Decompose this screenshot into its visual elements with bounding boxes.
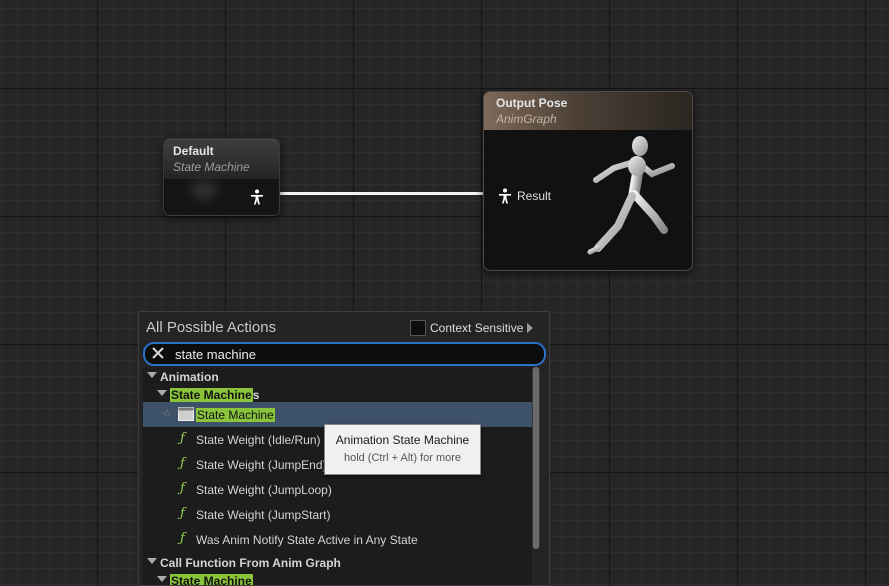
node-subtitle: AnimGraph <box>496 112 557 126</box>
panel-header: All Possible Actions Context Sensitive <box>139 312 549 342</box>
search-match-highlight: State Machine <box>196 408 275 422</box>
node-header: Default State Machine <box>164 139 279 179</box>
node-title: Default <box>173 144 214 158</box>
search-input[interactable] <box>175 344 535 364</box>
pose-pin-icon[interactable] <box>250 189 264 205</box>
node-header: Output Pose AnimGraph <box>484 92 692 130</box>
node-body <box>184 175 224 205</box>
state-machine-icon <box>178 407 194 421</box>
pose-pin-icon[interactable] <box>498 188 512 204</box>
clear-search-icon[interactable] <box>151 346 165 360</box>
favorite-star-icon[interactable]: ☆ <box>162 407 172 420</box>
action-label: State Machine <box>196 408 275 422</box>
category-label: Call Function From Anim Graph <box>160 556 341 570</box>
action-label: State Weight (Idle/Run) <box>196 433 321 447</box>
function-icon: ƒ <box>180 456 185 471</box>
output-pose-node[interactable]: Output Pose AnimGraph Result <box>483 91 693 271</box>
tooltip-hint: hold (Ctrl + Alt) for more <box>343 452 462 464</box>
expand-arrow-icon[interactable] <box>147 372 157 378</box>
context-sensitive-toggle[interactable]: Context Sensitive <box>410 320 534 336</box>
chevron-right-icon[interactable] <box>527 323 534 333</box>
search-match-highlight: State Machine <box>170 574 253 585</box>
expand-arrow-icon[interactable] <box>157 390 167 396</box>
node-title: Output Pose <box>496 96 568 110</box>
result-pin-label: Result <box>517 189 552 203</box>
action-label: State Weight (JumpLoop) <box>196 483 332 497</box>
function-icon: ƒ <box>180 481 185 496</box>
tooltip-title: Animation State Machine <box>335 433 470 447</box>
action-row[interactable]: ƒ State Weight (JumpStart) <box>143 505 532 525</box>
actions-list: Animation State Machines ☆ State Machine… <box>143 367 532 585</box>
subcategory-row-state-machine[interactable]: State Machine <box>143 571 532 585</box>
function-icon: ƒ <box>180 531 185 546</box>
function-icon: ƒ <box>180 431 185 446</box>
action-label: State Weight (JumpEnd) <box>196 458 327 472</box>
context-sensitive-checkbox[interactable] <box>410 320 426 336</box>
search-box[interactable] <box>143 342 546 366</box>
scrollbar-thumb[interactable] <box>533 367 539 549</box>
action-row[interactable]: ƒ State Weight (JumpLoop) <box>143 480 532 500</box>
exec-wire[interactable] <box>265 192 494 195</box>
action-label: Was Anim Notify State Active in Any Stat… <box>196 533 418 547</box>
panel-title: All Possible Actions <box>146 319 277 336</box>
category-label: Animation <box>160 370 219 384</box>
action-label: State Weight (JumpStart) <box>196 508 331 522</box>
search-match-highlight: State Machine <box>170 388 253 402</box>
mannequin-icon <box>587 136 679 255</box>
tooltip: Animation State Machine hold (Ctrl + Alt… <box>324 424 481 475</box>
context-sensitive-label: Context Sensitive <box>430 321 524 335</box>
scrollbar[interactable] <box>532 367 540 549</box>
expand-arrow-icon[interactable] <box>157 576 167 582</box>
category-row-animation[interactable]: Animation <box>143 367 532 387</box>
node-subtitle: State Machine <box>173 160 250 174</box>
subcategory-label: State Machines <box>170 388 259 402</box>
category-row-call-function[interactable]: Call Function From Anim Graph <box>143 553 532 573</box>
expand-arrow-icon[interactable] <box>147 558 157 564</box>
default-state-machine-node[interactable]: Default State Machine <box>163 138 280 216</box>
action-row[interactable]: ƒ Was Anim Notify State Active in Any St… <box>143 530 532 550</box>
label-rest: s <box>252 388 260 402</box>
function-icon: ƒ <box>180 506 185 521</box>
subcategory-label: State Machine <box>170 574 253 585</box>
